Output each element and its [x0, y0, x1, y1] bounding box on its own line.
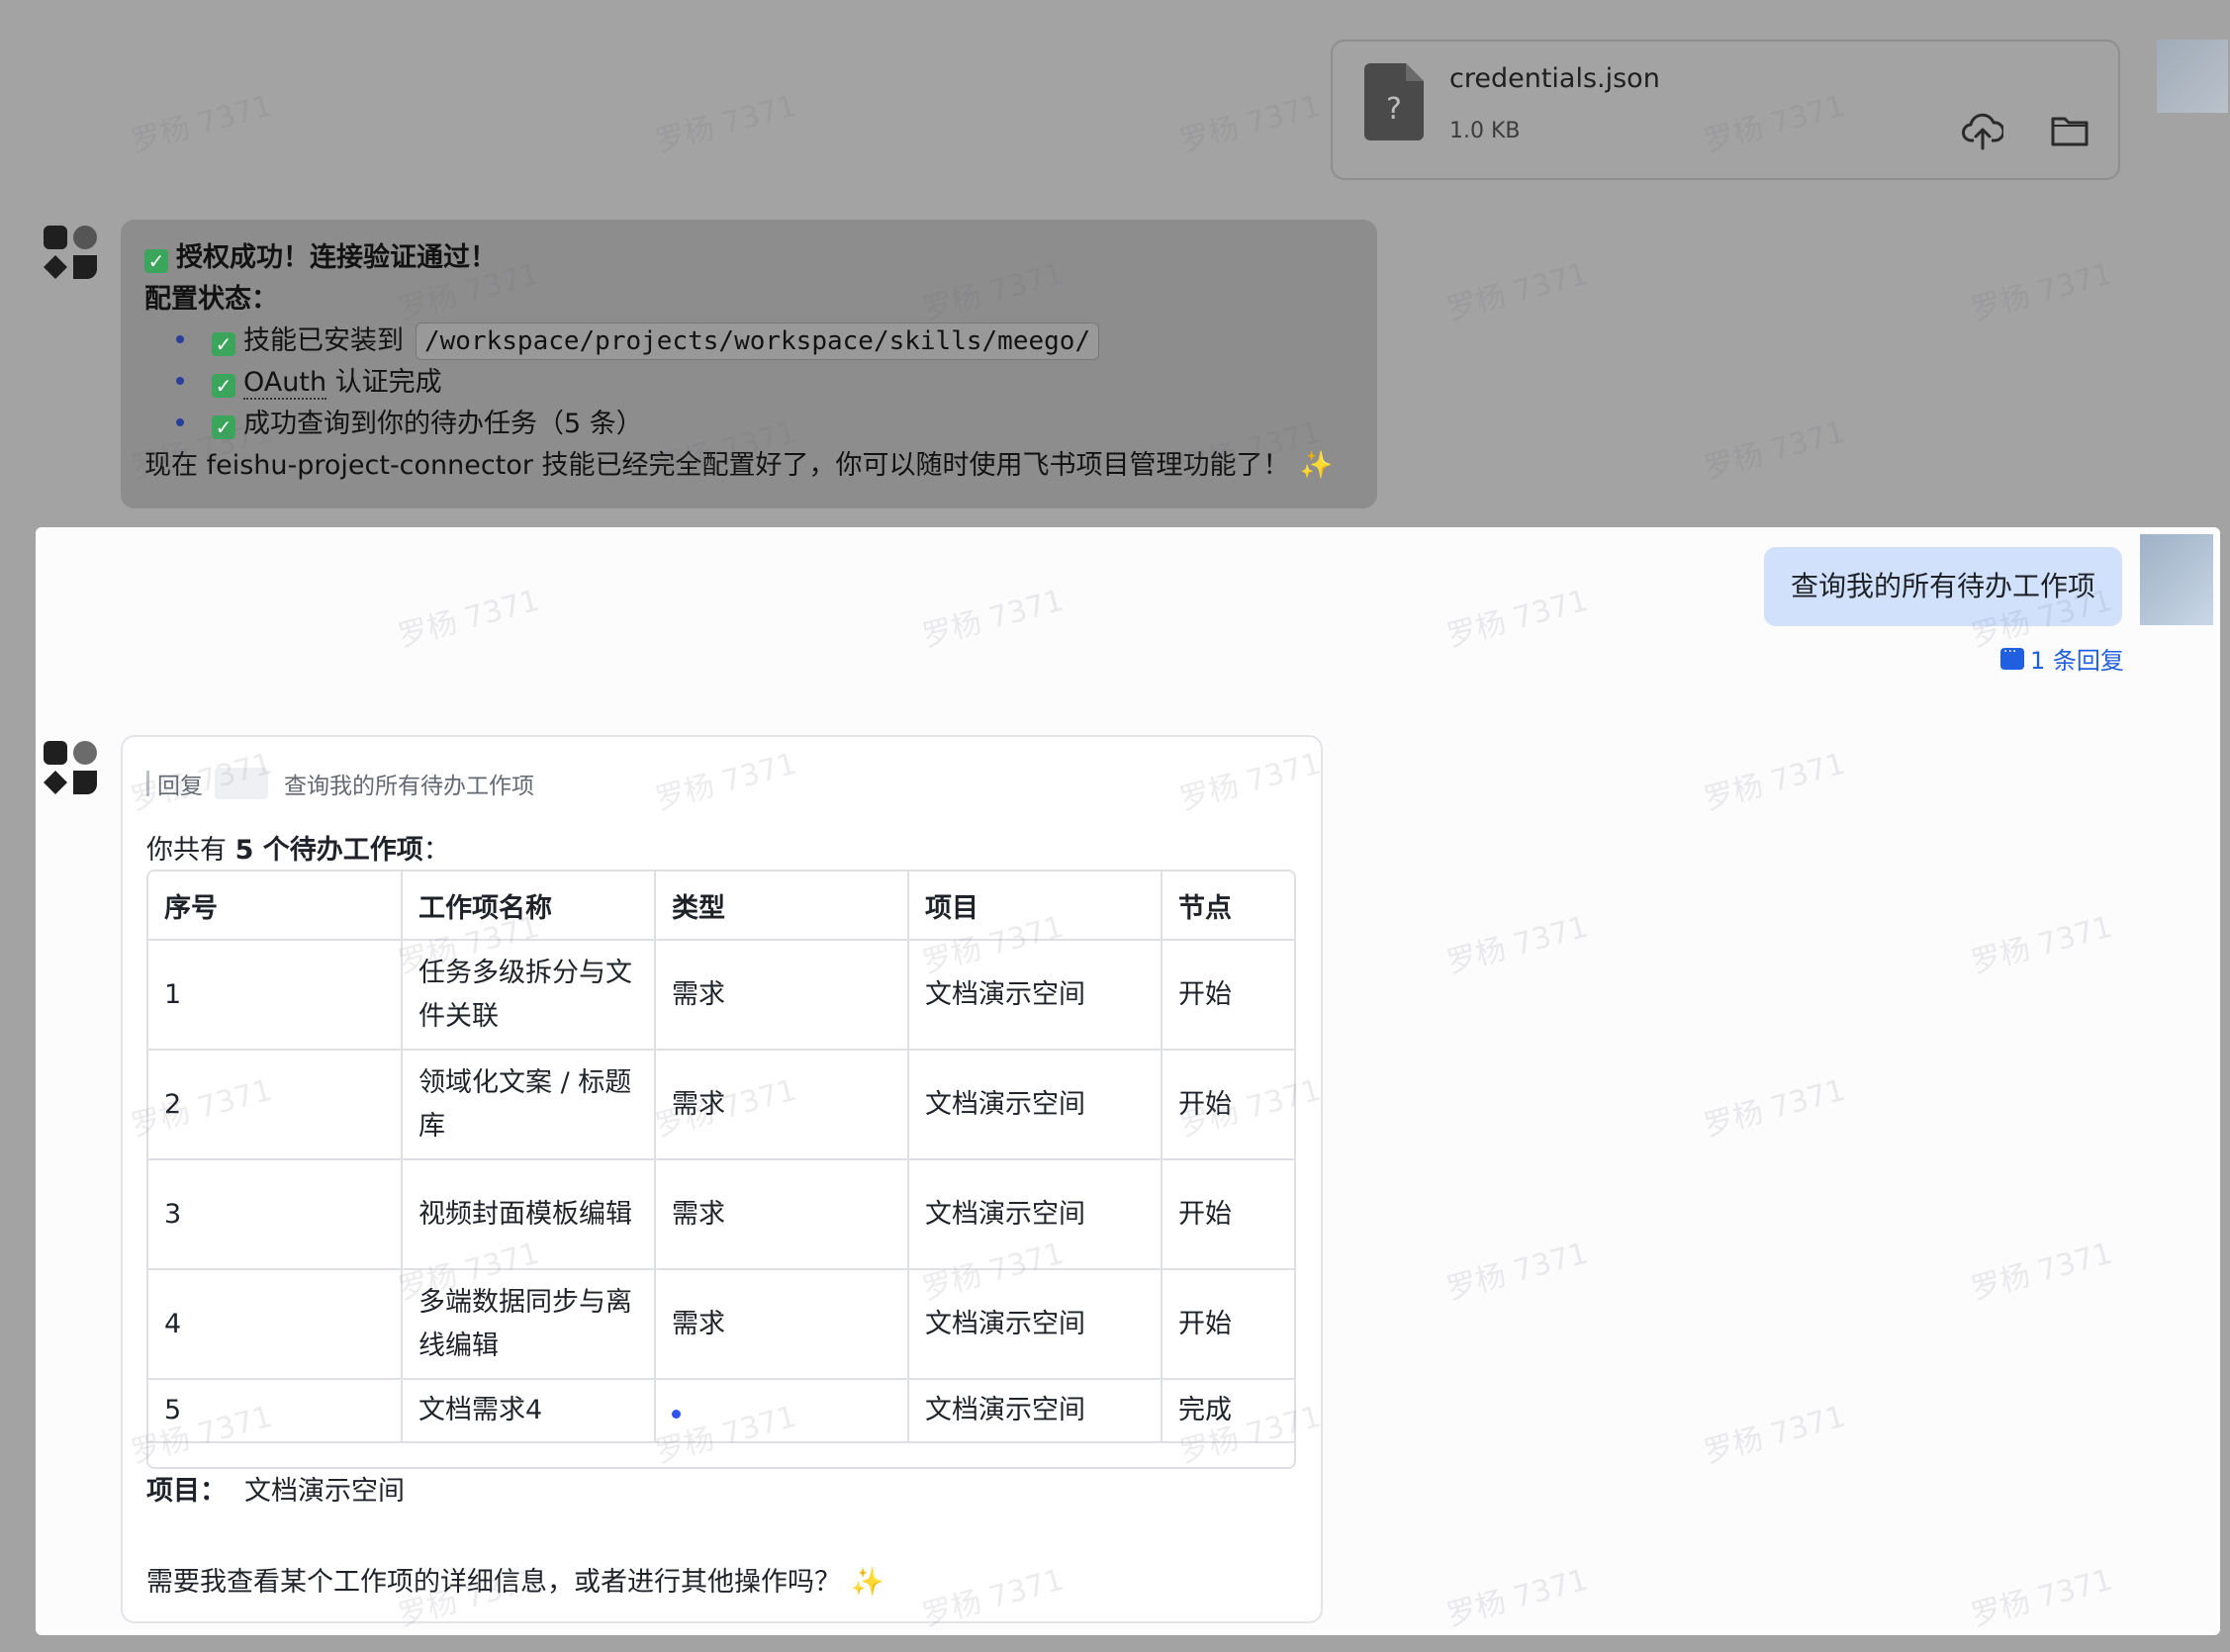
cell-index: 5 [148, 1379, 403, 1443]
table-row: 3 视频封面模板编辑 需求 文档演示空间 开始 [148, 1159, 1294, 1270]
project-footer: 项目： 文档演示空间 [146, 1469, 405, 1508]
column-header: 节点 [1161, 872, 1294, 941]
bot-message-todo-list: 回复 查询我的所有待办工作项 你共有 5 个待办工作项： 序号 工作项名称 类型… [121, 735, 1323, 1623]
cell-node: 开始 [1161, 1269, 1294, 1380]
comment-icon [2000, 644, 2024, 670]
folder-icon[interactable] [2051, 115, 2089, 146]
cell-index: 4 [148, 1269, 403, 1380]
watermark: 罗杨 7371 [1700, 414, 1849, 487]
cell-index: 1 [148, 940, 403, 1051]
file-attachment-card[interactable]: ? credentials.json 1.0 KB [1331, 40, 2120, 180]
reply-quote[interactable]: 回复 查询我的所有待办工作项 [146, 767, 534, 800]
cell-type: 需求 [655, 940, 909, 1051]
quote-text: 查询我的所有待办工作项 [284, 774, 534, 799]
thread-reply-link[interactable]: 1 条回复 [2000, 641, 2124, 676]
check-icon: ✓ [212, 374, 235, 398]
user-message-bubble[interactable]: 查询我的所有待办工作项 [1764, 547, 2122, 626]
bot-avatar-icon[interactable] [42, 739, 99, 796]
cell-type: 需求 [655, 1269, 909, 1380]
table-row: 4 多端数据同步与离线编辑 需求 文档演示空间 开始 [148, 1269, 1294, 1380]
cell-project: 文档演示空间 [908, 1269, 1162, 1380]
install-path-code: /workspace/projects/workspace/skills/mee… [416, 322, 1100, 360]
watermark: 罗杨 7371 [1967, 256, 2116, 328]
cell-node: 完成 [1161, 1379, 1294, 1443]
file-icon-glyph: ? [1386, 92, 1402, 127]
watermark: 罗杨 7371 [127, 88, 276, 160]
cell-node: 开始 [1161, 1159, 1294, 1270]
sparkles-icon: ✨ [1299, 450, 1334, 481]
table-row: 2 领域化文案 / 标题库 需求 文档演示空间 开始 [148, 1050, 1294, 1160]
watermark: 罗杨 7371 [1442, 256, 1592, 328]
cell-name: 视频封面模板编辑 [402, 1159, 656, 1270]
bot-avatar-icon[interactable] [42, 224, 99, 281]
project-value: 文档演示空间 [244, 1476, 405, 1507]
config-status-label: 配置状态： [144, 284, 278, 315]
list-item: ✓ 成功查询到你的待办任务（5 条） [144, 404, 1353, 445]
file-name: credentials.json [1449, 63, 1660, 94]
sparkles-icon: ✨ [851, 1567, 884, 1598]
todo-table: 序号 工作项名称 类型 项目 节点 1 任务多级拆分与文件关联 需求 文档演示空… [146, 870, 1296, 1469]
table-row: 1 任务多级拆分与文件关联 需求 文档演示空间 开始 [148, 940, 1294, 1051]
unknown-file-icon: ? [1364, 63, 1424, 140]
user-avatar[interactable] [2140, 534, 2213, 625]
column-header: 类型 [655, 872, 909, 941]
reply-count: 1 条回复 [2030, 647, 2124, 675]
cell-type: 需求 [655, 1050, 909, 1160]
cell-project: 文档演示空间 [908, 1379, 1162, 1443]
project-label: 项目： [146, 1476, 227, 1507]
cell-name: 领域化文案 / 标题库 [402, 1050, 656, 1160]
cell-index: 3 [148, 1159, 403, 1270]
column-header: 序号 [148, 872, 403, 941]
todo-summary: 你共有 5 个待办工作项： [146, 835, 450, 866]
followup-question: 需要我查看某个工作项的详细信息，或者进行其他操作吗？ ✨ [146, 1567, 884, 1598]
column-header: 项目 [908, 872, 1162, 941]
oauth-term[interactable]: OAuth [243, 367, 327, 400]
cell-name: 文档需求4 [402, 1379, 656, 1443]
auth-closing-text: 现在 feishu-project-connector 技能已经完全配置好了，你… [144, 450, 1334, 481]
check-icon: ✓ [212, 415, 235, 439]
empty-bullet-icon [672, 1410, 681, 1419]
cell-node: 开始 [1161, 1050, 1294, 1160]
auth-success-title: ✓ 授权成功！连接验证通过！ [144, 237, 1353, 279]
watermark: 罗杨 7371 [1175, 88, 1325, 160]
cell-type: 需求 [655, 1159, 909, 1270]
cell-node: 开始 [1161, 940, 1294, 1051]
cell-project: 文档演示空间 [908, 1159, 1162, 1270]
quote-author-redacted [215, 768, 268, 799]
cell-type [655, 1379, 909, 1443]
quote-label: 回复 [157, 774, 203, 799]
table-row: 5 文档需求4 文档演示空间 完成 [148, 1379, 1294, 1443]
watermark: 罗杨 7371 [651, 88, 800, 160]
table-header-row: 序号 工作项名称 类型 项目 节点 [148, 872, 1294, 941]
cell-project: 文档演示空间 [908, 940, 1162, 1051]
list-item: ✓ OAuth 认证完成 [144, 362, 1353, 404]
list-item: ✓ 技能已安装到/workspace/projects/workspace/ski… [144, 321, 1353, 362]
file-size: 1.0 KB [1449, 119, 1521, 143]
cell-name: 多端数据同步与离线编辑 [402, 1269, 656, 1380]
bot-message-auth-success: ✓ 授权成功！连接验证通过！ 配置状态： ✓ 技能已安装到/workspace/pr… [121, 220, 1377, 508]
cell-name: 任务多级拆分与文件关联 [402, 940, 656, 1051]
check-icon: ✓ [144, 249, 168, 273]
cloud-upload-icon[interactable] [1962, 111, 2003, 150]
column-header: 工作项名称 [402, 872, 656, 941]
user-avatar[interactable] [2157, 40, 2228, 113]
check-icon: ✓ [212, 332, 235, 356]
cell-index: 2 [148, 1050, 403, 1160]
cell-project: 文档演示空间 [908, 1050, 1162, 1160]
